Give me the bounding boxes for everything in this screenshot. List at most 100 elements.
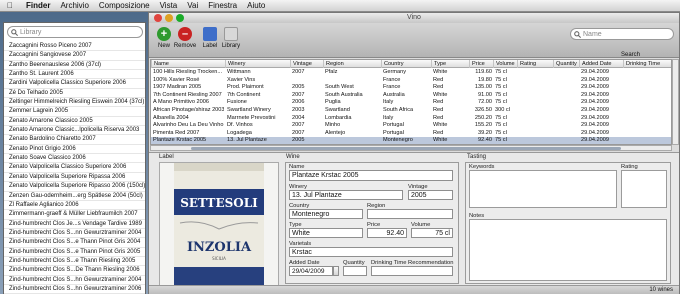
library-list-item[interactable]: Zl Raffaele Aglianico 2006 <box>4 201 145 211</box>
close-button[interactable] <box>154 14 162 22</box>
library-list-item[interactable]: Zenato Amarone Classic...lpolicella Rise… <box>4 126 145 136</box>
column-header[interactable]: Added Date <box>579 60 623 68</box>
library-list-item[interactable]: Zind-humbrecht Clos S...De Thann Rieslin… <box>4 266 145 276</box>
table-row[interactable]: African Pinotage/shiraz 2003 Swartland Wi… <box>151 107 671 115</box>
column-header[interactable]: Country <box>381 60 431 68</box>
menu-composizione[interactable]: Composizione <box>99 1 150 10</box>
table-cell: Red <box>433 114 444 121</box>
library-list-item[interactable]: Zemmer Lagrein 2005 <box>4 107 145 117</box>
library-list-item[interactable]: Zantho St. Laurent 2006 <box>4 70 145 80</box>
column-header[interactable]: Name <box>151 60 225 68</box>
table-cell: 2004 <box>292 114 305 121</box>
table-cell: 2005 <box>292 137 305 144</box>
column-header[interactable]: Volume <box>493 60 517 68</box>
library-list-item[interactable]: Zenato Soave Classico 2006 <box>4 154 145 164</box>
rating-field[interactable] <box>621 170 667 208</box>
menu-aiuto[interactable]: Aiuto <box>247 1 265 10</box>
library-list-item[interactable]: Zaccagnini Sangiovese 2007 <box>4 51 145 61</box>
library-list-item[interactable]: Zind-humbrecht Clos S...nn Gewurztramine… <box>4 229 145 239</box>
column-header[interactable]: Rating <box>517 60 553 68</box>
table-cell: Wittmann <box>227 69 251 75</box>
quantity-input[interactable] <box>343 266 367 276</box>
library-list-item[interactable]: Zeltinger Himmelreich Riesling Eiswein 2… <box>4 98 145 108</box>
library-list-item[interactable]: Zenzen Gau-odernheim...erg Spätlese 2004… <box>4 192 145 201</box>
varietals-input[interactable]: Krstac <box>289 247 453 257</box>
column-header[interactable]: Price <box>469 60 493 68</box>
table-cell: 13. Jul Plantaze <box>227 137 267 144</box>
date-stepper[interactable] <box>333 266 339 276</box>
name-input[interactable]: Plantaze Krstac 2005 <box>289 170 453 181</box>
menu-finestra[interactable]: Finestra <box>208 1 237 10</box>
table-cell: White <box>433 91 448 98</box>
title-bar[interactable]: Vino <box>149 13 679 23</box>
library-list-item[interactable]: Zind-humbrecht Clos S...hn Gewurztramine… <box>4 276 145 285</box>
library-list-item[interactable]: Zimmermann-graeff & Müller Liebfraumilch… <box>4 210 145 220</box>
menu-vista[interactable]: Vista <box>160 1 178 10</box>
table-cell: 2007 <box>292 91 305 98</box>
table-row[interactable]: Plantaze Krstac 2005 13. Jul Plantaze 2005… <box>151 137 671 144</box>
remove-button[interactable]: – Remove <box>173 25 197 56</box>
table-row[interactable]: Pimenta Red 2007 Logadega 2007 Alentejo Port… <box>151 130 671 138</box>
drinking-time-input[interactable] <box>371 266 453 276</box>
library-list-item[interactable]: Zenato Valpolicella Classico Superiore 2… <box>4 163 145 173</box>
region-input[interactable] <box>367 209 453 219</box>
library-list-item[interactable]: Zind-humbrecht Clos Je...s Vendage Tardi… <box>4 220 145 229</box>
search-field[interactable]: Name <box>570 28 674 40</box>
type-input[interactable]: White <box>289 228 363 238</box>
column-header[interactable]: Winery <box>225 60 290 68</box>
vintage-input[interactable]: 2005 <box>408 190 453 200</box>
apple-menu-icon[interactable]:  <box>4 1 16 10</box>
winery-input[interactable]: 13. Jul Plantaze <box>289 190 403 200</box>
library-list-item[interactable]: Zé Do Telhado 2005 <box>4 89 145 99</box>
country-input[interactable]: Montenegro <box>289 209 363 219</box>
table-cell: Italy <box>383 114 394 121</box>
table-row[interactable]: Albarella 2004 Marrnete Prevostini 2004 Lom… <box>151 114 671 123</box>
window-title: Vino <box>407 14 421 21</box>
label-image-well[interactable]: SETTESOLI INZOLIA SICILIA <box>159 162 279 286</box>
library-search-field[interactable]: Library <box>7 26 143 38</box>
added-date-input[interactable]: 29/04/2009 <box>289 266 333 276</box>
library-list-item[interactable]: Zenato Amarone Classico 2005 <box>4 117 145 127</box>
keywords-input[interactable] <box>469 170 617 208</box>
table-row[interactable]: 1907 Madiran 2005 Prod. Plaimont 2005 South… <box>151 84 671 92</box>
table-row[interactable]: A Mano Primitivo 2006 Fusione 2006 Puglia It… <box>151 99 671 107</box>
library-list-item[interactable]: Zind-humbrecht Clos S...hn Gewurztramine… <box>4 285 145 294</box>
table-cell: Portugal <box>383 122 404 129</box>
column-header[interactable]: Quantity <box>553 60 579 68</box>
column-header[interactable]: Region <box>323 60 381 68</box>
library-list-item[interactable]: Zind-humbrecht Clos S...e Thann Pinot Gr… <box>4 238 145 248</box>
column-header[interactable]: Vintage <box>290 60 323 68</box>
library-list-item[interactable]: Zind-humbrecht Clos S...e Thann Riesling… <box>4 257 145 267</box>
scroll-thumb[interactable] <box>191 147 621 150</box>
volume-input[interactable]: 75 cl <box>411 228 453 238</box>
library-list-item[interactable]: Zenato Pinot Grigio 2006 <box>4 145 145 155</box>
table-cell: Lombardia <box>325 114 352 121</box>
notes-textarea[interactable] <box>469 219 667 281</box>
zoom-button[interactable] <box>176 14 184 22</box>
library-list-item[interactable]: Zenato Valpolicella Superiore Ripasso 20… <box>4 182 145 192</box>
library-button[interactable]: Library <box>219 25 243 56</box>
table-cell: Df. Vinhos <box>227 122 253 129</box>
table-cell: A Mano Primitivo 2006 <box>153 99 209 106</box>
menu-vai[interactable]: Vai <box>187 1 198 10</box>
library-list-item[interactable]: Zenato Valpolicella Superiore Ripassa 20… <box>4 173 145 183</box>
column-header[interactable]: Drinking Time <box>623 60 671 68</box>
table-row[interactable]: 100% Xavier Rosé Xavier Vins France Red 19.8… <box>151 77 671 85</box>
library-list-item[interactable]: Zaccagnini Rosso Piceno 2007 <box>4 42 145 52</box>
library-list-item[interactable]: Zantho Beerenauslese 2006 (37cl) <box>4 61 145 71</box>
price-input[interactable]: 92.40 <box>367 228 407 238</box>
table-vertical-scrollbar[interactable] <box>672 59 679 145</box>
table-horizontal-scrollbar[interactable] <box>150 145 672 151</box>
wine-label-image: SETTESOLI INZOLIA SICILIA <box>160 163 278 285</box>
library-list-item[interactable]: Zardini Valpolicella Classico Superiore … <box>4 79 145 89</box>
menu-archivio[interactable]: Archivio <box>60 1 88 10</box>
column-header[interactable]: Type <box>431 60 469 68</box>
minimize-button[interactable] <box>165 14 173 22</box>
table-row[interactable]: 100 Hills Riesling Trocken... Wittmann 200… <box>151 69 671 77</box>
menu-finder[interactable]: Finder <box>26 1 50 10</box>
library-list-item[interactable]: Zenato Bardolino Chiaretto 2007 <box>4 135 145 145</box>
table-row[interactable]: Alvarinho Deu La Deu Vinho... Df. Vinhos 2… <box>151 122 671 130</box>
table-row[interactable]: 7th Continent Riesling 2007 7th Continent… <box>151 91 671 100</box>
wine-group-title: Wine <box>286 154 300 160</box>
library-list-item[interactable]: Zind-humbrecht Clos S...e Thann Pinot Gr… <box>4 248 145 257</box>
